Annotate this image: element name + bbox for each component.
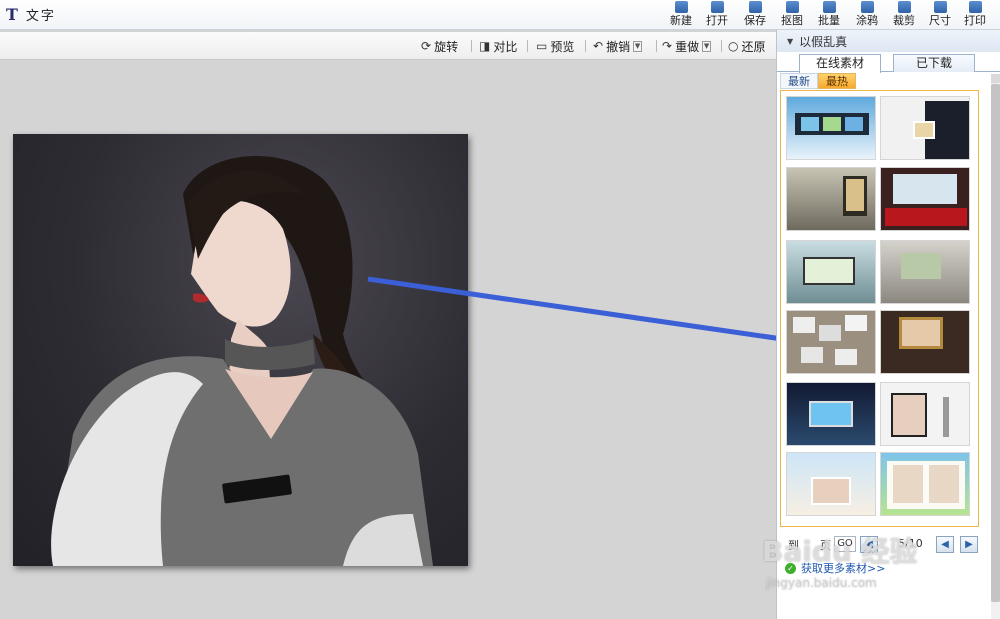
check-circle-icon: ✓ <box>785 562 796 574</box>
tab-downloaded[interactable]: 已下载 <box>893 54 975 72</box>
print-label: 打印 <box>964 14 986 27</box>
pager-prev-icon[interactable]: ◀ <box>860 536 878 553</box>
save-label: 保存 <box>744 14 766 27</box>
undo-button[interactable]: ↶ 撤销 ▼ <box>593 38 643 54</box>
thumb-businessman-photo-card[interactable] <box>880 96 970 160</box>
compare-icon: ◨ <box>479 39 491 53</box>
thumb-theater-screen[interactable] <box>880 167 970 231</box>
undo-icon: ↶ <box>593 39 604 53</box>
redo-icon: ↷ <box>662 39 673 53</box>
preview-icon: ▭ <box>536 39 548 53</box>
save-icon <box>748 1 762 13</box>
new-file-icon <box>674 1 688 13</box>
toolbar-divider <box>585 40 586 52</box>
thumb-night-street-billboard[interactable] <box>786 382 876 446</box>
toolbar-divider <box>656 40 657 52</box>
rotate-button[interactable]: ⟳ 旋转 <box>421 38 458 54</box>
open-folder-icon <box>710 1 724 13</box>
thumb-wall-billboard[interactable] <box>786 240 876 304</box>
top-toolbar: T 文字 新建 打开 保存 抠图 批量 涂鸦 裁剪 尺寸 打印 <box>0 0 1000 30</box>
rotate-label: 旋转 <box>434 39 459 54</box>
preview-button[interactable]: ▭ 预览 <box>536 38 574 54</box>
restore-button[interactable]: ○ 还原 <box>728 38 766 54</box>
portrait-illustration <box>51 156 433 566</box>
cutout-icon <box>785 1 799 13</box>
toolbar-divider <box>527 40 528 52</box>
toolbar-divider <box>471 40 472 52</box>
pager-next-icon[interactable]: ▶ <box>960 536 978 553</box>
portrait-photo[interactable] <box>13 134 468 566</box>
panel-tabs: 在线素材 已下载 <box>777 52 1000 73</box>
more-materials-link[interactable]: ✓ 获取更多素材>> <box>785 560 885 576</box>
thumb-photo-collage[interactable] <box>786 310 876 374</box>
redo-dropdown-icon[interactable]: ▼ <box>702 40 712 52</box>
scroll-up-icon[interactable] <box>991 74 1000 83</box>
crop-icon <box>897 1 911 13</box>
pager-page-info: 5/10 <box>898 537 923 550</box>
scroll-thumb[interactable] <box>991 84 1000 602</box>
panel-header[interactable]: ▼ 以假乱真 <box>777 30 1000 52</box>
edit-toolbar: ⟳ 旋转 ◨ 对比 ▭ 预览 ↶ 撤销 ▼ ↷ 重做 ▼ ○ 还原 <box>0 32 776 60</box>
sub-tab-latest[interactable]: 最新 <box>780 73 818 89</box>
thumb-celebration-group[interactable] <box>786 452 876 516</box>
text-tool-button[interactable]: T 文字 <box>6 4 56 24</box>
doodle-label: 涂鸦 <box>856 14 878 27</box>
open-button[interactable]: 打开 <box>700 1 734 29</box>
panel-title: 以假乱真 <box>799 34 848 49</box>
crop-label: 裁剪 <box>893 14 915 27</box>
undo-dropdown-icon[interactable]: ▼ <box>633 40 643 52</box>
material-panel: ▼ 以假乱真 在线素材 已下载 最新 最热 到 页 GO ◀ 5/10 ◀ ▶ … <box>776 30 1000 619</box>
text-tool-icon: T <box>6 4 18 24</box>
editor-canvas[interactable] <box>0 61 776 619</box>
tab-online-materials[interactable]: 在线素材 <box>799 54 881 73</box>
print-button[interactable]: 打印 <box>958 1 992 29</box>
batch-label: 批量 <box>818 14 840 27</box>
pager-goto-label: 到 <box>788 539 799 552</box>
restore-icon: ○ <box>728 39 739 53</box>
new-button[interactable]: 新建 <box>664 1 698 29</box>
compare-label: 对比 <box>493 39 518 54</box>
batch-icon <box>822 1 836 13</box>
collapse-triangle-icon[interactable]: ▼ <box>787 37 793 46</box>
template-gallery <box>780 90 979 527</box>
thumb-gallery-wall[interactable] <box>880 240 970 304</box>
thumb-lamp-frame[interactable] <box>880 382 970 446</box>
crop-button[interactable]: 裁剪 <box>887 1 921 29</box>
print-icon <box>968 1 982 13</box>
thumb-film-strip-city[interactable] <box>786 96 876 160</box>
doodle-icon <box>860 1 874 13</box>
open-label: 打开 <box>706 14 728 27</box>
undo-label: 撤销 <box>606 39 631 54</box>
sort-tabs: 最新 最热 <box>780 73 977 90</box>
thumb-station-billboard[interactable] <box>786 167 876 231</box>
pager-page-label: 页 <box>820 539 831 552</box>
pager-prev-page-icon[interactable]: ◀ <box>936 536 954 553</box>
toolbar-divider <box>721 40 722 52</box>
pager-go-field[interactable]: GO <box>834 536 856 552</box>
rotate-icon: ⟳ <box>421 39 432 53</box>
save-button[interactable]: 保存 <box>738 1 772 29</box>
compare-button[interactable]: ◨ 对比 <box>479 38 517 54</box>
sub-tab-hot[interactable]: 最热 <box>818 73 856 89</box>
more-materials-label: 获取更多素材>> <box>801 562 886 575</box>
restore-label: 还原 <box>741 39 766 54</box>
batch-button[interactable]: 批量 <box>812 1 846 29</box>
doodle-button[interactable]: 涂鸦 <box>850 1 884 29</box>
thumb-photo-album[interactable] <box>880 452 970 516</box>
redo-label: 重做 <box>675 39 700 54</box>
resize-label: 尺寸 <box>929 14 951 27</box>
new-label: 新建 <box>670 14 692 27</box>
gallery-pager: 到 页 GO ◀ 5/10 ◀ ▶ <box>780 533 980 555</box>
cutout-label: 抠图 <box>781 14 803 27</box>
cutout-button[interactable]: 抠图 <box>775 1 809 29</box>
thumb-framed-portrait[interactable] <box>880 310 970 374</box>
resize-icon <box>933 1 947 13</box>
text-tool-label: 文字 <box>25 8 56 24</box>
preview-label: 预览 <box>550 39 575 54</box>
redo-button[interactable]: ↷ 重做 ▼ <box>662 38 712 54</box>
resize-button[interactable]: 尺寸 <box>923 1 957 29</box>
